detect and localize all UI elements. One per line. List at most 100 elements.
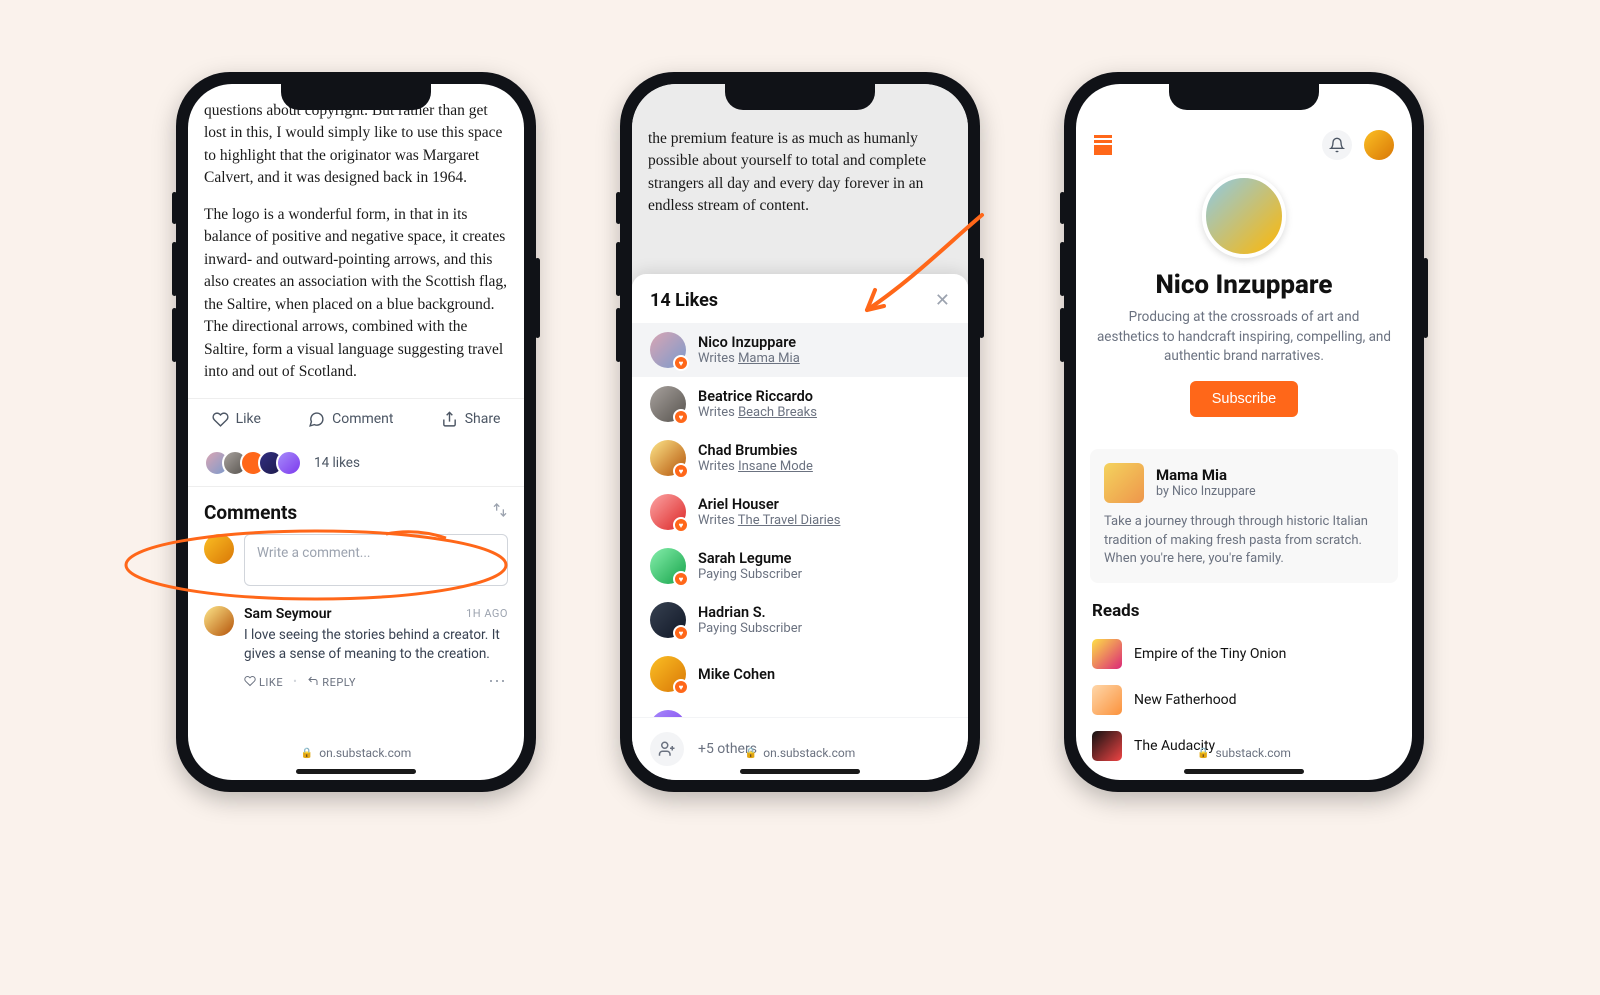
liker-subline: Paying Subscriber: [698, 567, 802, 582]
home-indicator[interactable]: [1184, 769, 1304, 774]
liker-row[interactable]: ♥ Nico InzuppareWrites Mama Mia: [632, 323, 968, 377]
browser-url-bar[interactable]: 🔒 on.substack.com: [188, 746, 524, 760]
notifications-button[interactable]: [1322, 130, 1352, 160]
article-backdrop: the premium feature is as much as humanl…: [632, 84, 968, 284]
liker-subline: Writes Insane Mode: [698, 459, 813, 474]
liker-subline: Writes Mama Mia: [698, 351, 800, 366]
liker-subline: Paying Subscriber: [698, 621, 802, 636]
heart-badge-icon: ♥: [673, 463, 689, 479]
lock-icon: 🔒: [745, 748, 757, 759]
read-item[interactable]: Empire of the Tiny Onion: [1092, 631, 1396, 677]
publication-title: Mama Mia: [1156, 466, 1256, 484]
like-button[interactable]: Like: [212, 411, 261, 428]
liker-avatar: ♥: [650, 710, 686, 717]
home-indicator[interactable]: [740, 769, 860, 774]
liker-avatar: ♥: [650, 656, 686, 692]
liker-name: Chad Brumbies: [698, 442, 813, 459]
subscribe-button[interactable]: Subscribe: [1190, 381, 1298, 417]
substack-logo[interactable]: [1094, 135, 1112, 155]
liker-name: Beatrice Riccardo: [698, 388, 817, 405]
commenter-name[interactable]: Sam Seymour: [244, 606, 332, 622]
liker-name: Sarah Legume: [698, 550, 802, 567]
liker-row[interactable]: ♥Lavendar Moon: [632, 701, 968, 717]
publication-description: Take a journey through through historic …: [1104, 513, 1384, 570]
likes-count: 14 likes: [314, 455, 360, 471]
share-button[interactable]: Share: [441, 411, 501, 428]
phone-article: questions about copyright. But rather th…: [176, 72, 536, 792]
page-url: substack.com: [1216, 746, 1291, 760]
page-url: on.substack.com: [319, 746, 411, 760]
liker-avatar: ♥: [650, 440, 686, 476]
profile-name: Nico Inzuppare: [1096, 270, 1392, 300]
lock-icon: 🔒: [301, 748, 313, 759]
share-icon: [441, 411, 458, 428]
liker-avatar: ♥: [650, 602, 686, 638]
browser-url-bar[interactable]: 🔒 on.substack.com: [632, 746, 968, 760]
profile-bio: Producing at the crossroads of art and a…: [1096, 308, 1392, 367]
comment-label: Comment: [332, 411, 393, 427]
reads-header: Reads: [1092, 601, 1396, 621]
liker-name: Ariel Houser: [698, 496, 840, 513]
heart-badge-icon: ♥: [673, 355, 689, 371]
sheet-title: 14 Likes: [650, 290, 718, 311]
comment-timestamp: 1H AGO: [466, 607, 508, 620]
sort-icon[interactable]: [492, 502, 508, 522]
liker-avatar: ♥: [650, 386, 686, 422]
home-indicator[interactable]: [296, 769, 416, 774]
article-body: questions about copyright. But rather th…: [188, 84, 524, 384]
publication-byline: by Nico Inzuppare: [1156, 484, 1256, 499]
read-item[interactable]: New Fatherhood: [1092, 677, 1396, 723]
liker-row[interactable]: ♥ Hadrian S.Paying Subscriber: [632, 593, 968, 647]
likes-row[interactable]: 14 likes: [188, 440, 524, 487]
comment-more-icon[interactable]: ⋯: [488, 671, 508, 692]
lock-icon: 🔒: [1197, 748, 1209, 759]
read-name: Empire of the Tiny Onion: [1134, 646, 1286, 662]
article-paragraph: The logo is a wonderful form, in that in…: [204, 204, 508, 384]
liker-name: Nico Inzuppare: [698, 334, 800, 351]
article-paragraph: questions about copyright. But rather th…: [204, 100, 508, 190]
publication-card[interactable]: Mama Mia by Nico Inzuppare Take a journe…: [1090, 449, 1398, 584]
liker-subline: Writes The Travel Diaries: [698, 513, 840, 528]
close-icon[interactable]: ✕: [935, 290, 950, 311]
comment-button[interactable]: Comment: [308, 411, 393, 428]
phone-likes-sheet: the premium feature is as much as humanl…: [620, 72, 980, 792]
user-avatar-button[interactable]: [1364, 130, 1394, 160]
comment-input[interactable]: Write a comment...: [244, 534, 508, 586]
liker-name: Hadrian S.: [698, 604, 802, 621]
profile-avatar[interactable]: [1202, 174, 1286, 258]
liker-name: Mike Cohen: [698, 666, 775, 683]
read-logo: [1092, 685, 1122, 715]
comment-item: Sam Seymour 1H AGO I love seeing the sto…: [188, 600, 524, 699]
page-url: on.substack.com: [763, 746, 855, 760]
liker-row[interactable]: ♥ Chad BrumbiesWrites Insane Mode: [632, 431, 968, 485]
comment-icon: [308, 411, 325, 428]
liker-subline: Writes Beach Breaks: [698, 405, 817, 420]
read-name: New Fatherhood: [1134, 692, 1237, 708]
commenter-avatar[interactable]: [204, 606, 234, 636]
publication-logo: [1104, 463, 1144, 503]
comment-reply-button[interactable]: REPLY: [307, 675, 356, 689]
liker-avatar: ♥: [650, 548, 686, 584]
heart-icon: [212, 411, 229, 428]
comment-like-button[interactable]: LIKE: [244, 675, 283, 689]
bell-icon: [1329, 137, 1345, 153]
share-label: Share: [465, 411, 501, 427]
heart-badge-icon: ♥: [673, 625, 689, 641]
liker-avatar: ♥: [650, 332, 686, 368]
post-action-row: Like Comment Share: [188, 398, 524, 440]
likes-sheet: 14 Likes ✕ ♥ Nico InzuppareWrites Mama Mi…: [632, 274, 968, 780]
phone-profile: Nico Inzuppare Producing at the crossroa…: [1064, 72, 1424, 792]
browser-url-bar[interactable]: 🔒 substack.com: [1076, 746, 1412, 760]
article-paragraph: the premium feature is as much as humanl…: [648, 128, 952, 218]
comment-placeholder: Write a comment...: [257, 545, 370, 561]
heart-badge-icon: ♥: [673, 571, 689, 587]
read-logo: [1092, 639, 1122, 669]
liker-row[interactable]: ♥ Sarah LegumePaying Subscriber: [632, 539, 968, 593]
liker-row[interactable]: ♥ Beatrice RiccardoWrites Beach Breaks: [632, 377, 968, 431]
liker-row[interactable]: ♥ Mike Cohen: [632, 647, 968, 701]
comments-header: Comments: [204, 501, 297, 524]
heart-badge-icon: ♥: [673, 679, 689, 695]
heart-badge-icon: ♥: [673, 517, 689, 533]
user-avatar: [204, 534, 234, 564]
liker-row[interactable]: ♥ Ariel HouserWrites The Travel Diaries: [632, 485, 968, 539]
